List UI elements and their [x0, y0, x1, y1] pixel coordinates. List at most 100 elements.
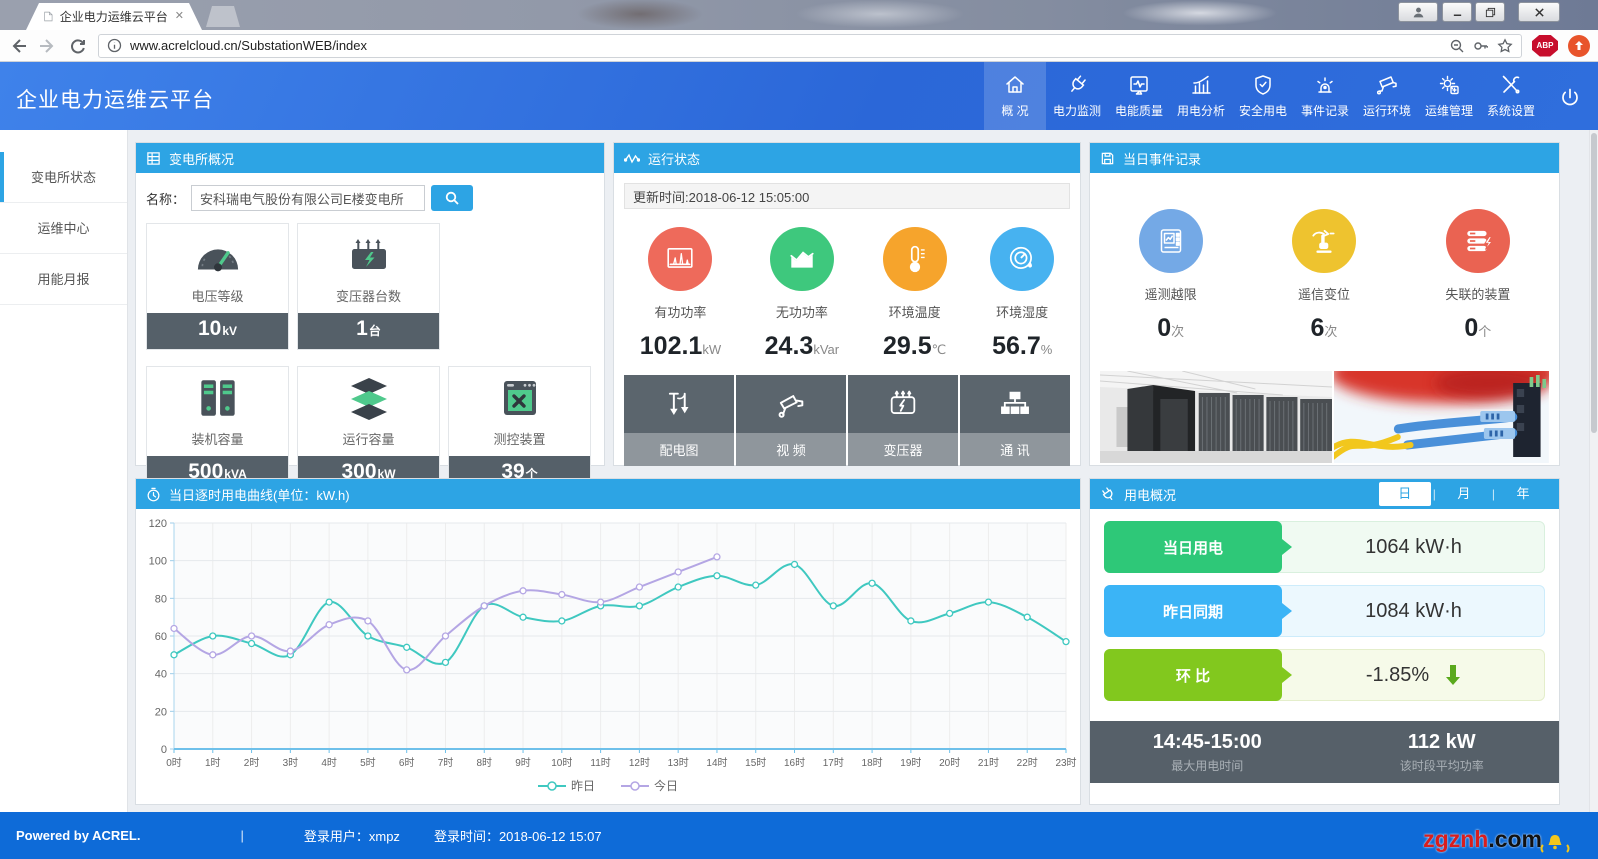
login-user: 登录用户：xmpz — [304, 826, 400, 845]
nav-item-safety[interactable]: 安全用电 — [1232, 62, 1294, 130]
server-racks-icon — [147, 367, 288, 429]
tools-icon — [1499, 73, 1523, 97]
svg-text:3时: 3时 — [283, 757, 299, 769]
card-voltage-level: 电压等级 10kV — [146, 223, 289, 350]
stat-reactive-power: 无功功率 24.3kVar — [765, 227, 839, 361]
nav-item-overview[interactable]: 概 况 — [984, 62, 1046, 130]
monitor-pulse-icon — [1127, 73, 1151, 97]
bookmark-star-icon[interactable] — [1497, 38, 1513, 54]
tab-year[interactable]: 年 — [1497, 482, 1549, 506]
restore-icon — [1485, 7, 1496, 18]
card-measuring-devices: 测控装置 39个 — [448, 366, 591, 493]
nav-item-environment[interactable]: 运行环境 — [1356, 62, 1418, 130]
minimize-button[interactable] — [1442, 2, 1472, 22]
nav-item-event-log[interactable]: 事件记录 — [1294, 62, 1356, 130]
spectrum-icon — [648, 227, 712, 291]
sidebar-item-ops-center[interactable]: 运维中心 — [0, 203, 127, 254]
search-button[interactable] — [431, 185, 473, 211]
search-icon — [444, 190, 460, 206]
timer-icon — [146, 487, 161, 502]
event-photos — [1100, 371, 1549, 463]
svg-text:0时: 0时 — [166, 757, 182, 769]
forward-icon[interactable] — [38, 36, 58, 56]
running-status-panel: 运行状态 更新时间:2018-06-12 15:05:00 有功功率 102.1… — [613, 142, 1081, 466]
svg-text:21时: 21时 — [978, 757, 999, 769]
logout-power-button[interactable] — [1550, 78, 1590, 118]
sidebar-item-energy-report[interactable]: 用能月报 — [0, 254, 127, 305]
device-window-icon — [449, 367, 590, 429]
app-header: 企业电力运维云平台 概 况 电力监测 电能质量 用电分析 安全用电 事件记录 运… — [0, 62, 1598, 130]
area-chart-icon — [770, 227, 834, 291]
svg-text:18时: 18时 — [862, 757, 883, 769]
new-tab-button[interactable] — [206, 6, 240, 27]
row-today-usage: 当日用电 1064 kW·h — [1104, 521, 1545, 573]
login-time: 登录时间：2018-06-12 15:07 — [434, 826, 602, 845]
sidebar-item-substation-status[interactable]: 变电所状态 — [0, 152, 127, 203]
svg-text:11时: 11时 — [590, 757, 610, 769]
adblock-extension-icon[interactable]: ABP — [1532, 35, 1558, 57]
svg-text:4时: 4时 — [321, 757, 337, 769]
stat-offline-devices: 失联的装置 0个 — [1445, 209, 1510, 343]
restore-button[interactable] — [1475, 2, 1505, 22]
action-transformer[interactable]: 变压器 — [848, 375, 958, 466]
stat-active-power: 有功功率 102.1kW — [640, 227, 721, 361]
tab-close-icon[interactable]: ✕ — [175, 11, 184, 22]
legend-marker-icon — [538, 781, 566, 791]
browser-tab-bar: 企业电力运维云平台 ✕ — [0, 0, 1598, 30]
back-icon[interactable] — [8, 36, 28, 56]
alarm-icon — [1313, 73, 1337, 97]
svg-text:12时: 12时 — [629, 757, 650, 769]
action-communication[interactable]: 通 讯 — [960, 375, 1070, 466]
extension-up-icon[interactable] — [1568, 35, 1590, 57]
plug-small-icon — [1100, 486, 1116, 502]
scrollbar-thumb[interactable] — [1591, 133, 1597, 433]
humidity-gauge-icon — [990, 227, 1054, 291]
event-stats: 遥测越限 0次 遥信变位 6次 失联的装置 0个 — [1090, 173, 1559, 365]
key-icon[interactable] — [1473, 38, 1489, 54]
svg-text:0: 0 — [161, 744, 167, 756]
down-arrow-icon — [1445, 664, 1461, 686]
close-button[interactable] — [1518, 2, 1560, 22]
nav-item-usage-analysis[interactable]: 用电分析 — [1170, 62, 1232, 130]
svg-text:60: 60 — [155, 631, 167, 643]
home-icon — [1003, 73, 1027, 97]
legend-item[interactable]: 今日 — [621, 777, 678, 794]
transformer-icon — [298, 224, 439, 286]
tab-day[interactable]: 日 — [1379, 482, 1431, 506]
panel-header: 运行状态 — [614, 143, 1080, 173]
address-bar: www.acrelcloud.cn/SubstationWEB/index AB… — [0, 30, 1598, 62]
svg-text:20时: 20时 — [939, 757, 960, 769]
browser-tab[interactable]: 企业电力运维云平台 ✕ — [26, 3, 202, 30]
nav-item-power-monitor[interactable]: 电力监测 — [1046, 62, 1108, 130]
action-video[interactable]: 视 频 — [736, 375, 846, 466]
update-time-bar: 更新时间:2018-06-12 15:05:00 — [624, 183, 1070, 209]
page-body: 变电所状态 运维中心 用能月报 变电所概况 名称： 电压等级 10kV — [0, 130, 1598, 812]
svg-text:9时: 9时 — [515, 757, 531, 769]
nav-item-power-quality[interactable]: 电能质量 — [1108, 62, 1170, 130]
tab-month[interactable]: 月 — [1438, 482, 1490, 506]
refresh-icon[interactable] — [68, 36, 88, 56]
page-scrollbar[interactable] — [1589, 130, 1598, 812]
profile-button[interactable] — [1398, 2, 1438, 22]
avg-power: 112 kW 该时段平均功率 — [1325, 721, 1560, 783]
svg-text:80: 80 — [155, 593, 167, 605]
cctv-icon — [1375, 73, 1399, 97]
name-label: 名称： — [146, 189, 185, 208]
action-distribution-diagram[interactable]: 配电图 — [624, 375, 734, 466]
nav-item-ops-management[interactable]: 运维管理 — [1418, 62, 1480, 130]
table-icon — [146, 151, 161, 166]
minimize-icon — [1452, 7, 1463, 18]
legend-item[interactable]: 昨日 — [538, 777, 595, 794]
zoom-icon[interactable] — [1449, 38, 1465, 54]
url-text[interactable]: www.acrelcloud.cn/SubstationWEB/index — [130, 38, 1441, 53]
shield-icon — [1251, 73, 1275, 97]
svg-text:2时: 2时 — [244, 757, 260, 769]
gauge-icon — [147, 224, 288, 286]
url-box[interactable]: www.acrelcloud.cn/SubstationWEB/index — [98, 34, 1522, 58]
stat-signal-change: 遥信变位 6次 — [1292, 209, 1356, 343]
card-running-capacity: 运行容量 300kW — [297, 366, 440, 493]
svg-text:16时: 16时 — [784, 757, 805, 769]
substation-name-input[interactable] — [191, 185, 425, 211]
info-icon[interactable] — [107, 38, 122, 53]
nav-item-system-settings[interactable]: 系统设置 — [1480, 62, 1542, 130]
